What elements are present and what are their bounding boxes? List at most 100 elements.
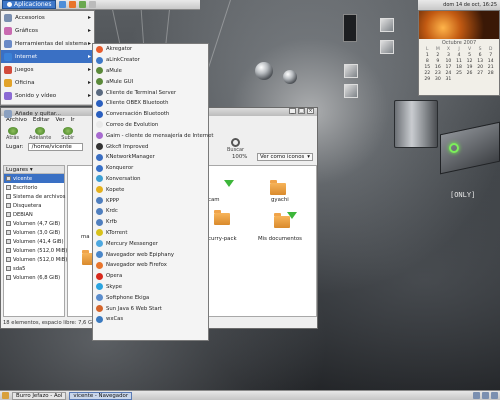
file-label[interactable]: gyachi (271, 197, 289, 203)
place-item[interactable]: Volumen (6,8 GiB) (4, 273, 64, 282)
desktop-shortcut-icon[interactable] (380, 40, 394, 54)
clock-applet[interactable]: dom 14 de oct, 16:25 (418, 0, 500, 10)
sidebar-title[interactable]: Lugares ▾ (4, 166, 64, 174)
calendar-day[interactable]: 26 (464, 71, 475, 76)
launcher-icon[interactable] (79, 1, 87, 8)
submenu-item-terminal-server[interactable]: Cliente de Terminal Server (93, 87, 208, 98)
submenu-item-evolution[interactable]: Correo de Evolution (93, 120, 208, 131)
submenu-item-bluetooth-chat[interactable]: Conversación Bluetooth (93, 109, 208, 120)
submenu-item-alinkcreator[interactable]: aLinkCreator (93, 55, 208, 66)
menu-item-sound-video[interactable]: Sonido y vídeo ▸ (1, 89, 94, 102)
menu-item-add-remove[interactable]: Añade y quitar... (1, 107, 94, 120)
submenu-item-epiphany[interactable]: Navegador web Epiphany (93, 249, 208, 260)
view-mode-select[interactable]: Ver como iconos ▾ (257, 153, 313, 161)
calendar-day[interactable]: 12 (464, 59, 475, 64)
calendar-day[interactable]: 5 (464, 53, 475, 58)
calendar-day[interactable]: 23 (433, 71, 444, 76)
submenu-item-kopete[interactable]: Kopete (93, 184, 208, 195)
calendar-day[interactable]: 18 (454, 65, 465, 70)
file-label[interactable]: ma (81, 234, 90, 240)
submenu-item-mercury[interactable]: Mercury Messenger (93, 238, 208, 249)
file-label[interactable]: curry-pack (208, 236, 237, 242)
submenu-item-ekiga[interactable]: Softphone Ekiga (93, 292, 208, 303)
calendar-day[interactable]: 11 (454, 59, 465, 64)
calendar-day[interactable]: 10 (443, 59, 454, 64)
place-item[interactable]: Escritorio (4, 183, 64, 192)
submenu-item-wxcas[interactable]: wxCas (93, 314, 208, 325)
calendar-day[interactable]: 24 (443, 71, 454, 76)
submenu-item-java[interactable]: Sun Java 6 Web Start (93, 303, 208, 314)
place-item[interactable]: DEBIAN (4, 210, 64, 219)
calendar-day[interactable]: 22 (422, 71, 433, 76)
desktop-shortcut-icon[interactable] (344, 64, 358, 78)
file-label[interactable]: Mis documentos (258, 236, 302, 242)
submenu-item-amule[interactable]: aMule (93, 66, 208, 77)
calendar-day[interactable]: 29 (422, 77, 433, 82)
workspace-preview[interactable] (343, 14, 357, 42)
calendar-day[interactable]: 27 (475, 71, 486, 76)
menu-item-games[interactable]: Juegos ▸ (1, 63, 94, 76)
submenu-item-konversation[interactable]: Konversation (93, 174, 208, 185)
submenu-item-krdc[interactable]: Krdc (93, 206, 208, 217)
calendar-day[interactable]: 1 (422, 53, 433, 58)
menu-item-office[interactable]: Oficina ▸ (1, 76, 94, 89)
back-button[interactable]: Atrás (6, 127, 19, 141)
submenu-item-opera[interactable]: Opera (93, 271, 208, 282)
submenu-item-ktorrent[interactable]: KTorrent (93, 228, 208, 239)
calendar-day[interactable]: 7 (485, 53, 496, 58)
calendar-day[interactable]: 9 (433, 59, 444, 64)
taskbar-button-active[interactable]: vicente - Navegador (69, 391, 133, 400)
calendar-day[interactable]: 31 (443, 77, 454, 82)
submenu-item-knetworkmanager[interactable]: KNetworkManager (93, 152, 208, 163)
menu-item-internet[interactable]: Internet ▸ (1, 50, 94, 63)
submenu-item-gaim[interactable]: Gaim - cliente de mensajería de Internet (93, 130, 213, 141)
place-item[interactable]: Sistema de archivos (4, 192, 65, 201)
file-label[interactable]: cam (208, 197, 220, 203)
place-item[interactable]: Volumen (512,0 MiB) (4, 246, 67, 255)
place-item[interactable]: sda5 (4, 264, 64, 273)
network-icon[interactable] (473, 392, 480, 399)
search-button[interactable]: Buscar (227, 138, 244, 153)
forward-button[interactable]: Adelante (29, 127, 51, 141)
calendar-day[interactable]: 30 (433, 77, 444, 82)
maximize-icon[interactable]: □ (298, 108, 305, 114)
trash-icon[interactable] (491, 392, 498, 399)
calendar-day[interactable]: 2 (433, 53, 444, 58)
close-icon[interactable]: × (307, 108, 314, 114)
place-item[interactable]: Volumen (3,0 GiB) (4, 228, 64, 237)
calendar-day[interactable]: 25 (454, 71, 465, 76)
submenu-item-konqueror[interactable]: Konqueror (93, 163, 208, 174)
calendar-day[interactable]: 15 (422, 65, 433, 70)
submenu-item-akregator[interactable]: Akregator (93, 44, 208, 55)
calendar-day[interactable]: 6 (475, 53, 486, 58)
zoom-level[interactable]: 100% (232, 154, 247, 160)
desktop-shortcut-icon[interactable] (380, 18, 394, 32)
submenu-item-kppp[interactable]: KPPP (93, 195, 208, 206)
calendar-day[interactable]: 20 (475, 65, 486, 70)
launcher-icon[interactable] (59, 1, 67, 8)
submenu-item-amule-gui[interactable]: aMule GUI (93, 76, 208, 87)
show-desktop-icon[interactable] (2, 392, 9, 399)
calendar-day[interactable]: 17 (443, 65, 454, 70)
submenu-item-bluetooth[interactable]: Cliente OBEX Bluetooth (93, 98, 208, 109)
place-item[interactable]: Volumen (4,7 GiB) (4, 219, 64, 228)
location-field[interactable]: /home/vicente (27, 143, 83, 151)
place-item[interactable]: vicente (4, 174, 64, 183)
calendar-day[interactable]: 8 (422, 59, 433, 64)
launcher-icon[interactable] (69, 1, 77, 8)
calendar-day[interactable]: 14 (485, 59, 496, 64)
minimize-icon[interactable]: _ (289, 108, 296, 114)
calendar-day[interactable]: 21 (485, 65, 496, 70)
place-item[interactable]: Volumen (512,0 MiB) (4, 255, 67, 264)
calendar-day[interactable]: 13 (475, 59, 486, 64)
submenu-item-krfb[interactable]: Krfb (93, 217, 208, 228)
place-item[interactable]: Volumen (41,4 GiB) (4, 237, 64, 246)
taskbar-button[interactable]: Burro Jefazo - Aol (12, 391, 67, 400)
calendar-day[interactable]: 19 (464, 65, 475, 70)
folder-icon[interactable] (214, 210, 230, 225)
calendar-day[interactable]: 28 (485, 71, 496, 76)
menu-item-accessories[interactable]: Accesorios ▸ (1, 11, 94, 24)
calendar-day[interactable]: 16 (433, 65, 444, 70)
menu-item-graphics[interactable]: Gráficos ▸ (1, 24, 94, 37)
desktop-shortcut-icon[interactable] (344, 84, 358, 98)
